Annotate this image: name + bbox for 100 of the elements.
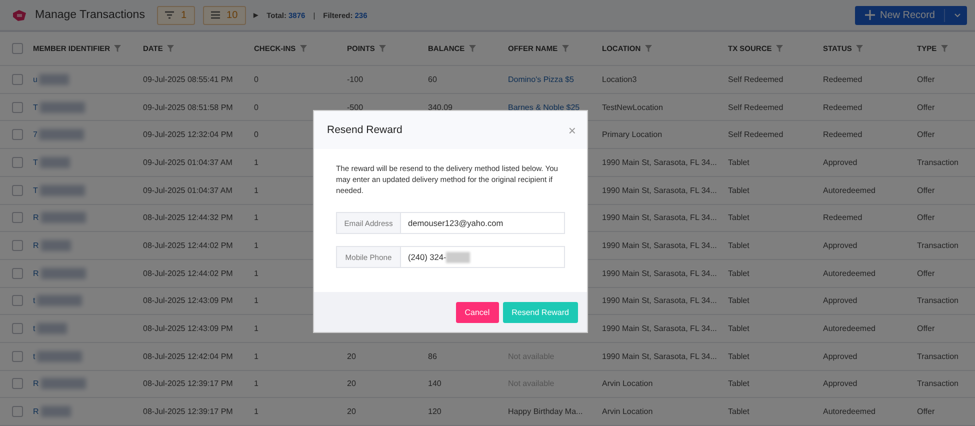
table-cell: Self Redeemed (728, 130, 784, 140)
table-cell: 08-Jul-2025 12:39:17 PM (143, 379, 233, 388)
member-link[interactable]: R (33, 213, 39, 222)
row-checkbox[interactable] (12, 240, 23, 252)
table-cell: 1990 Main St, Sarasota, FL 34... (602, 158, 717, 167)
table-cell: 120 (428, 407, 442, 416)
table-cell: -100 (347, 74, 364, 84)
table-cell: 20 (347, 379, 356, 388)
redacted-text (39, 129, 84, 140)
table-cell: 1 (254, 352, 258, 361)
table-cell: Offer (917, 268, 935, 278)
member-link[interactable]: T (33, 102, 38, 112)
table-cell: 09-Jul-2025 01:04:37 AM (143, 186, 232, 195)
table-cell: 08-Jul-2025 12:44:02 PM (143, 268, 233, 278)
table-cell: Autoredeemed (823, 186, 876, 195)
member-link[interactable]: t (33, 296, 36, 306)
member-link[interactable]: R (33, 268, 39, 278)
table-cell: 08-Jul-2025 12:43:09 PM (143, 296, 233, 306)
row-checkbox[interactable] (12, 156, 23, 168)
filter-icon[interactable] (562, 45, 569, 52)
row-checkbox[interactable] (12, 350, 23, 362)
table-cell: Autoredeemed (823, 268, 876, 278)
table-cell: 20 (347, 407, 356, 416)
member-link[interactable]: R (33, 407, 39, 416)
table-cell: Self Redeemed (728, 74, 784, 84)
row-checkbox[interactable] (12, 74, 23, 85)
member-link[interactable]: u (33, 74, 38, 84)
close-button[interactable]: × (568, 124, 576, 136)
filter-icon[interactable] (166, 45, 174, 52)
row-checkbox[interactable] (12, 268, 23, 279)
caret-icon (954, 12, 961, 18)
offer-link[interactable]: Domino's Pizza $5 (508, 74, 574, 84)
table-cell: Tablet (728, 324, 750, 334)
table-cell: 09-Jul-2025 01:04:37 AM (143, 158, 232, 167)
filter-icon[interactable] (644, 45, 652, 52)
table-cell: 1 (254, 213, 258, 222)
filter-icon[interactable] (378, 45, 386, 52)
redacted-text (40, 184, 85, 196)
table-cell: Offer (917, 74, 935, 84)
row-checkbox[interactable] (12, 406, 23, 418)
redacted-text (39, 74, 70, 85)
table-cell: 1 (254, 241, 258, 250)
table-cell: 08-Jul-2025 12:44:32 PM (143, 213, 233, 222)
table-cell: 1990 Main St, Sarasota, FL 34... (602, 186, 717, 195)
row-checkbox[interactable] (12, 129, 23, 140)
filter-count-chip[interactable]: 1 (156, 6, 195, 25)
table-cell: 1990 Main St, Sarasota, FL 34... (602, 296, 717, 306)
table-cell: Approved (823, 158, 858, 167)
table-cell: Arvin Location (602, 407, 653, 416)
filter-icon[interactable] (940, 45, 948, 52)
row-checkbox[interactable] (12, 212, 23, 224)
table-cell: 1 (254, 158, 258, 167)
resend-reward-button[interactable]: Resend Reward (502, 302, 578, 322)
row-checkbox[interactable] (12, 102, 23, 113)
row-checkbox[interactable] (12, 323, 23, 334)
table-cell: Approved (823, 379, 858, 388)
cancel-button[interactable]: Cancel (456, 302, 499, 322)
table-cell: Redeemed (823, 213, 862, 222)
offer-link[interactable]: Barnes & Noble $25 (508, 102, 580, 112)
member-link[interactable]: T (33, 186, 38, 195)
member-link[interactable]: T (33, 158, 38, 167)
member-link[interactable]: 7 (33, 130, 38, 140)
row-checkbox[interactable] (12, 295, 23, 306)
table-cell: Tablet (728, 158, 750, 167)
table-cell: 20 (347, 352, 356, 361)
table-cell: Tablet (728, 379, 750, 388)
table-cell: Redeemed (823, 102, 862, 112)
member-link[interactable]: R (33, 241, 39, 250)
redacted-text (40, 406, 71, 418)
table-cell: Autoredeemed (823, 324, 876, 334)
filter-icon[interactable] (468, 45, 476, 52)
table-cell: 340.09 (428, 102, 452, 112)
column-count-chip[interactable]: 10 (202, 6, 246, 25)
filter-icon[interactable] (776, 45, 783, 52)
filter-icon[interactable] (114, 45, 122, 52)
row-checkbox[interactable] (12, 378, 23, 390)
logo-icon (12, 8, 27, 22)
table-cell: 09-Jul-2025 08:55:41 PM (143, 74, 233, 84)
redacted-text (37, 295, 82, 306)
member-link[interactable]: t (33, 324, 36, 334)
filter-icon[interactable] (856, 45, 863, 52)
table-cell: Offer (917, 130, 935, 140)
member-link[interactable]: t (33, 352, 36, 361)
table-cell: 86 (428, 352, 437, 361)
table-cell: 0 (254, 102, 258, 112)
table-cell: 1990 Main St, Sarasota, FL 34... (602, 241, 717, 250)
table-cell: Approved (823, 296, 858, 306)
table-cell: Tablet (728, 352, 750, 361)
new-record-button[interactable]: New Record (854, 6, 967, 25)
table-cell: Autoredeemed (823, 407, 876, 416)
select-all-checkbox[interactable] (12, 43, 23, 54)
page-title: Manage Transactions (35, 9, 145, 22)
table-cell: Tablet (728, 268, 750, 278)
table-cell: Primary Location (602, 130, 662, 140)
table-cell: 1990 Main St, Sarasota, FL 34... (602, 268, 717, 278)
redacted-text (40, 212, 86, 224)
row-checkbox[interactable] (12, 184, 23, 196)
dialog-title: Resend Reward (327, 124, 402, 136)
member-link[interactable]: R (33, 379, 39, 388)
filter-icon[interactable] (300, 45, 307, 52)
